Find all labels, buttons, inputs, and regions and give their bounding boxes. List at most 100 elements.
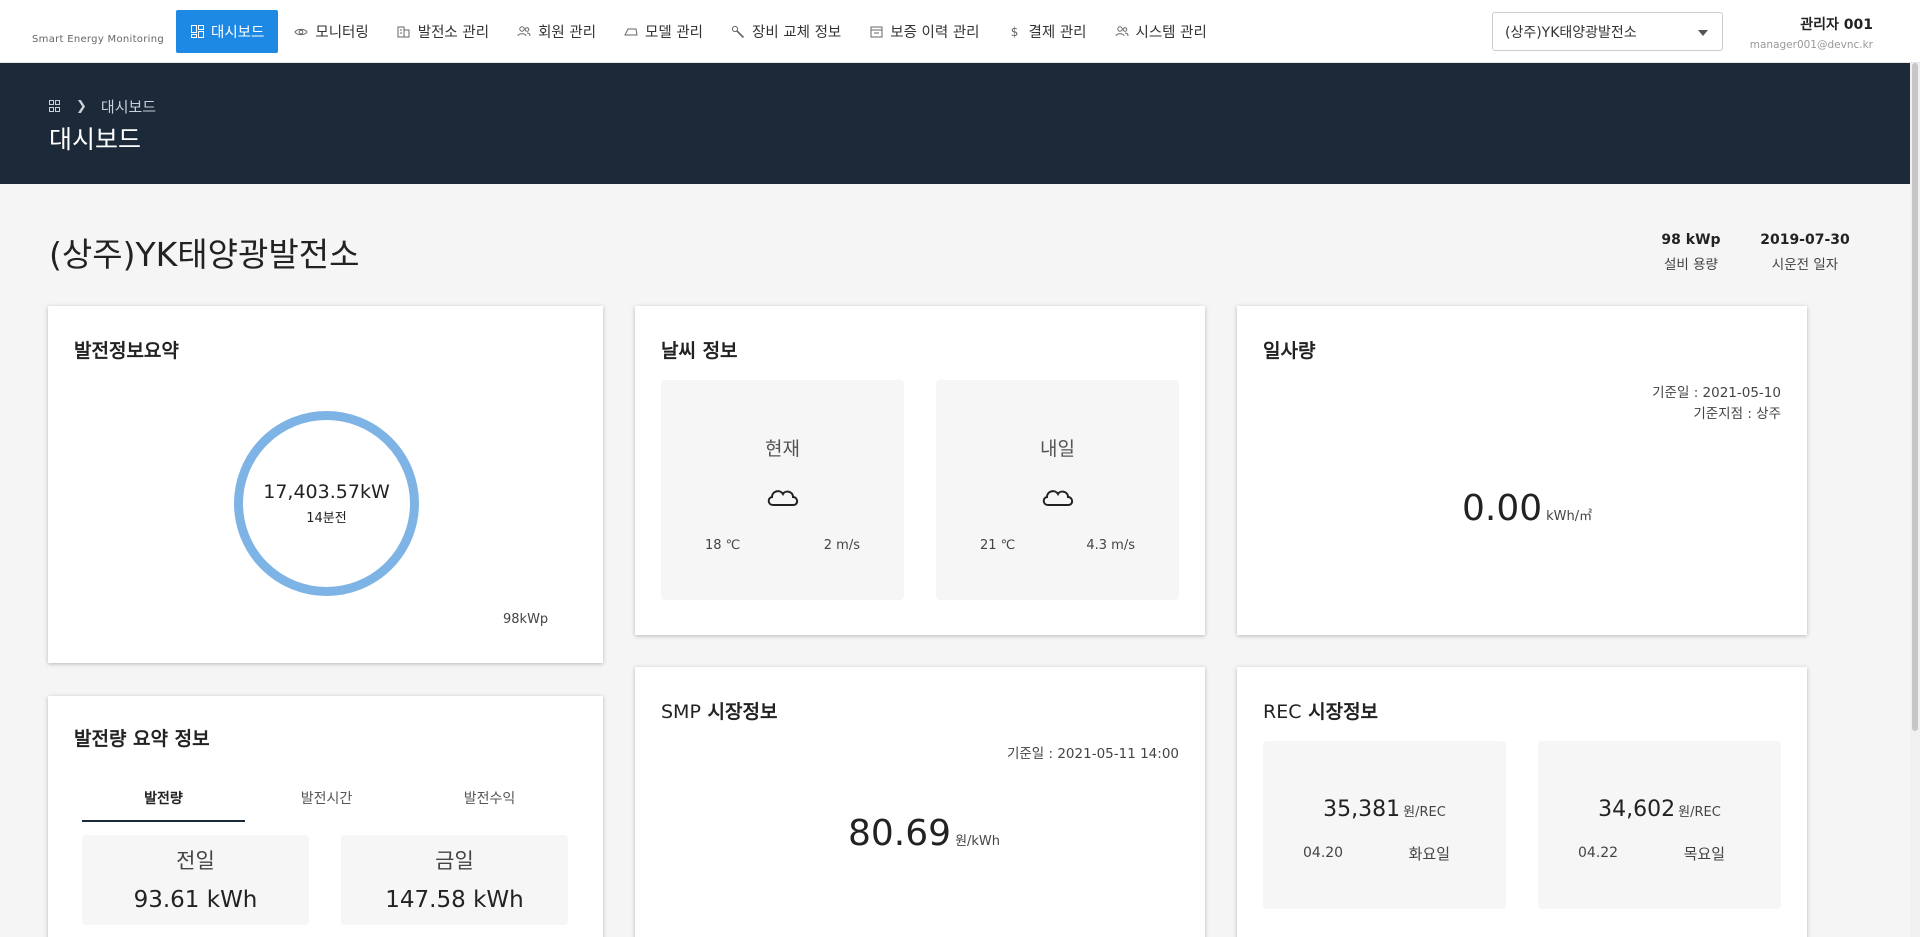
chevron-right-icon: ❯ [76, 99, 87, 114]
nav-item-warranty-history[interactable]: 보증 이력 관리 [857, 10, 991, 53]
plant-capacity: 98 kWp 설비 용량 [1655, 232, 1727, 273]
rec-price-number: 34,602 [1598, 797, 1676, 822]
scrollbar-thumb[interactable] [1912, 63, 1918, 731]
plant-start-date: 2019-07-30 시운전 일자 [1760, 232, 1850, 273]
rec-market-card: REC 시장정보 35,381 원/REC 04.20 화요일 34,602 원/R… [1237, 667, 1807, 937]
smp-value: 80.69 원/kWh [848, 813, 1000, 854]
logo[interactable]: Smart Energy Monitoring [32, 12, 164, 52]
dollar-icon: $ [1010, 24, 1019, 39]
eye-icon [294, 25, 308, 39]
page-title: 대시보드 [49, 125, 142, 154]
dashboard-icon [190, 24, 204, 39]
nav-label: 결제 관리 [1028, 25, 1087, 41]
insolation-number: 0.00 [1462, 488, 1543, 529]
nav-label: 장비 교체 정보 [752, 25, 842, 41]
today-summary: 금일 147.58 kWh [341, 835, 568, 925]
rec-item: 35,381 원/REC 04.20 화요일 [1263, 741, 1506, 909]
nav-item-dashboard[interactable]: 대시보드 [176, 10, 279, 53]
scrollbar[interactable] [1910, 63, 1920, 937]
wrench-icon [731, 25, 745, 39]
rec-date: 04.20 [1303, 845, 1344, 861]
weather-wind: 4.3 m/s [1086, 538, 1135, 553]
card-title: 발전정보요약 [74, 340, 179, 362]
cloud-icon [1042, 490, 1074, 506]
weather-wind: 2 m/s [823, 538, 860, 553]
rec-price-unit: 원/REC [1678, 805, 1721, 820]
power-gauge: 17,403.57kW 14분전 [234, 411, 419, 596]
plant-start-date-label: 시운전 일자 [1771, 257, 1839, 273]
weather-today: 현재 18 ℃ 2 m/s [661, 380, 904, 600]
card-title-suffix: 시장정보 [1308, 701, 1379, 723]
plant-capacity-label: 설비 용량 [1664, 257, 1718, 273]
plant-select[interactable]: (상주)YK태양광발전소 [1492, 12, 1723, 51]
nav-item-monitoring[interactable]: 모니터링 [282, 10, 380, 53]
model-icon [624, 25, 638, 39]
reference-date: 기준일 : 2021-05-10 [1652, 385, 1781, 401]
weather-label: 현재 [765, 438, 800, 460]
main-nav: 대시보드 모니터링 발전소 관리 회원 관리 모델 관리 장비 교체 정보 보증… [176, 10, 1223, 53]
nav-item-system-management[interactable]: 시스템 관리 [1103, 10, 1219, 53]
breadcrumb: ❯ 대시보드 [49, 96, 156, 117]
generation-amount-card: 발전량 요약 정보 발전량 발전시간 발전수익 전일 93.61 kWh 금일 … [48, 696, 603, 937]
plant-select-value: (상주)YK태양광발전소 [1505, 24, 1637, 41]
user-info[interactable]: 관리자 001 manager001@devnc.kr [1750, 14, 1873, 51]
previous-day-label: 전일 [176, 849, 215, 873]
plant-start-date-value: 2019-07-30 [1760, 232, 1850, 248]
rec-price-number: 35,381 [1323, 797, 1401, 822]
nav-item-plant-management[interactable]: 발전소 관리 [385, 10, 501, 53]
plant-name: (상주)YK태양광발전소 [49, 235, 360, 274]
generation-summary-card: 발전정보요약 17,403.57kW 14분전 98kWp [48, 306, 603, 663]
card-title-prefix: SMP [661, 701, 701, 723]
insolation-value: 0.00 kWh/㎡ [1462, 488, 1592, 529]
nav-item-payment-management[interactable]: $ 결제 관리 [996, 10, 1099, 53]
insolation-card: 일사량 기준일 : 2021-05-10 기준지점 : 상주 0.00 kWh/… [1237, 306, 1807, 635]
rec-day: 목요일 [1683, 845, 1725, 863]
card-title-suffix: 시장정보 [707, 701, 778, 723]
card-title-prefix: REC [1263, 701, 1302, 723]
logo-mark [32, 12, 162, 34]
rec-price: 35,381 원/REC [1263, 797, 1506, 822]
users-icon [1115, 25, 1129, 39]
card-title: 일사량 [1263, 340, 1316, 362]
smp-unit: 원/kWh [955, 834, 1001, 849]
cloud-icon [767, 490, 799, 506]
calendar-icon [869, 25, 883, 39]
tab-generation-time[interactable]: 발전시간 [245, 780, 408, 822]
nav-label: 시스템 관리 [1135, 25, 1207, 41]
previous-day-value: 93.61 kWh [133, 887, 258, 913]
nav-item-model-management[interactable]: 모델 관리 [612, 10, 715, 53]
rec-price: 34,602 원/REC [1538, 797, 1781, 822]
weather-tomorrow: 내일 21 ℃ 4.3 m/s [936, 380, 1179, 600]
card-title: SMP 시장정보 [661, 697, 777, 724]
nav-label: 대시보드 [211, 25, 265, 41]
rec-day: 화요일 [1408, 845, 1450, 863]
card-title: REC 시장정보 [1263, 697, 1378, 724]
reference-place: 기준지점 : 상주 [1693, 406, 1781, 422]
logo-subtitle: Smart Energy Monitoring [32, 34, 164, 45]
nav-item-member-management[interactable]: 회원 관리 [505, 10, 608, 53]
nav-label: 보증 이력 관리 [890, 25, 980, 41]
top-navbar: Smart Energy Monitoring 대시보드 모니터링 발전소 관리… [0, 0, 1920, 63]
chevron-down-icon [1698, 30, 1708, 36]
weather-temp: 21 ℃ [980, 538, 1016, 553]
tab-generation-revenue[interactable]: 발전수익 [408, 780, 571, 822]
nav-item-equipment-replacement[interactable]: 장비 교체 정보 [719, 10, 853, 53]
today-label: 금일 [435, 849, 474, 873]
current-power: 17,403.57kW [263, 481, 390, 503]
today-value: 147.58 kWh [385, 887, 524, 913]
tab-generation[interactable]: 발전량 [82, 780, 245, 822]
nav-label: 모델 관리 [645, 25, 703, 41]
previous-day-summary: 전일 93.61 kWh [82, 835, 309, 925]
dashboard-icon[interactable] [49, 100, 62, 113]
weather-card: 날씨 정보 현재 18 ℃ 2 m/s 내일 21 ℃ 4.3 m/s [635, 306, 1205, 635]
nav-label: 발전소 관리 [417, 25, 490, 41]
card-title: 날씨 정보 [661, 340, 738, 362]
nav-label: 회원 관리 [538, 25, 597, 41]
power-updated: 14분전 [306, 511, 347, 526]
card-title: 발전량 요약 정보 [74, 728, 210, 750]
capacity-label: 98kWp [503, 612, 549, 627]
smp-number: 80.69 [848, 813, 952, 854]
weather-label: 내일 [1040, 438, 1075, 460]
nav-label: 모니터링 [315, 25, 369, 41]
smp-market-card: SMP 시장정보 기준일 : 2021-05-11 14:00 80.69 원/… [635, 667, 1205, 937]
